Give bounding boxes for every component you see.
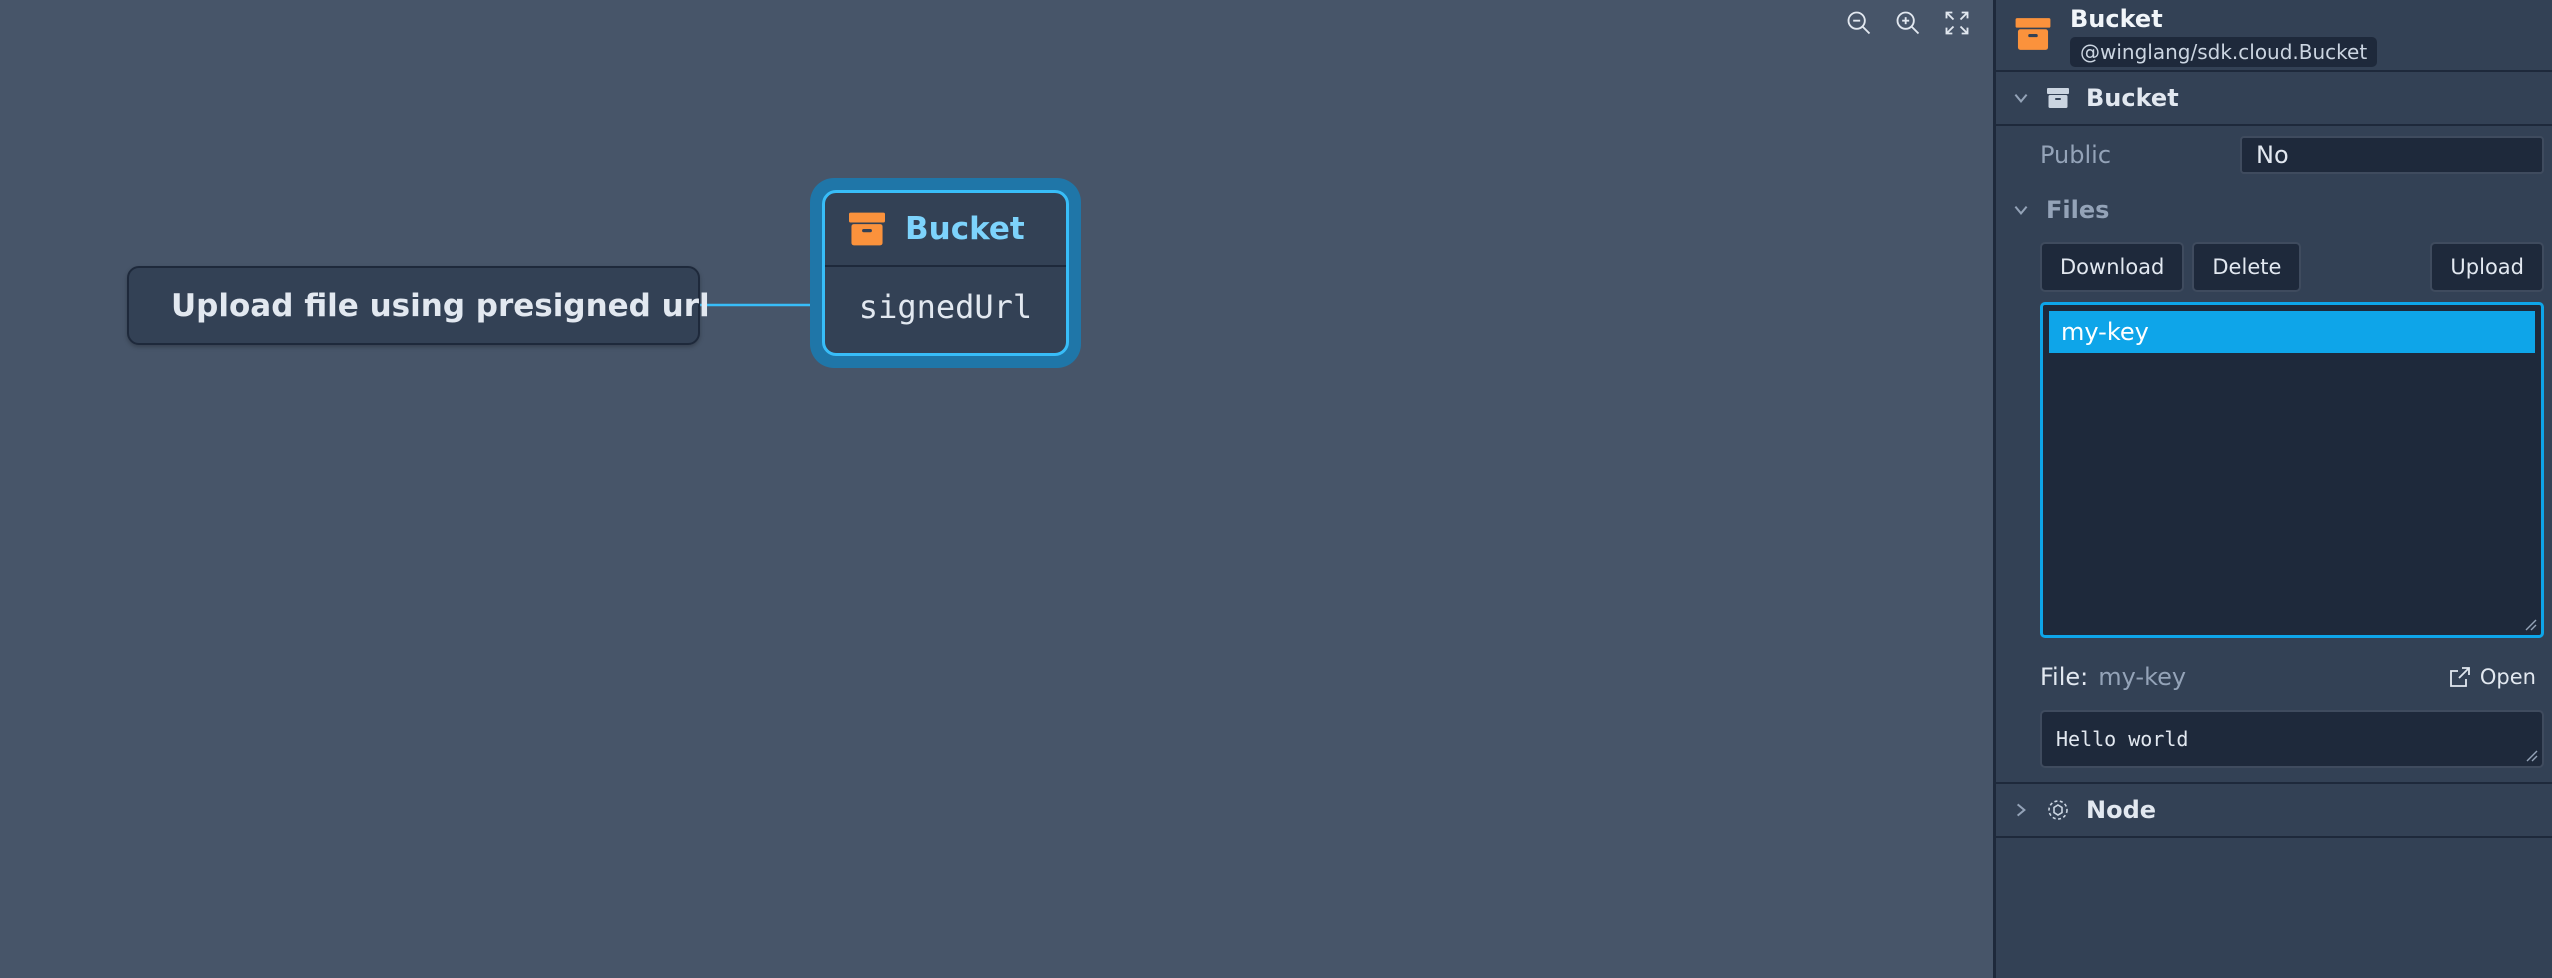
selected-file-name: my-key: [2098, 663, 2187, 691]
inspector-header: Bucket @winglang/sdk.cloud.Bucket: [1996, 0, 2552, 72]
file-label: File:: [2040, 663, 2089, 691]
inspector-panel: Bucket @winglang/sdk.cloud.Bucket Bucket…: [1993, 0, 2552, 978]
flow-canvas[interactable]: Upload file using presigned url Bucket s…: [0, 0, 1993, 978]
resize-grip-icon[interactable]: [2523, 617, 2537, 631]
node-section-header[interactable]: Node: [1996, 784, 2552, 838]
public-property-row: Public No: [1996, 126, 2552, 184]
trigger-node[interactable]: Upload file using presigned url: [127, 266, 710, 345]
bucket-node-body: Bucket signedUrl: [822, 190, 1069, 356]
resize-grip-icon[interactable]: [2524, 748, 2538, 762]
bucket-section-title: Bucket: [2086, 84, 2179, 112]
files-section-header[interactable]: Files: [1996, 184, 2552, 236]
archive-box-icon: [2047, 88, 2069, 108]
open-label: Open: [2479, 665, 2536, 689]
trigger-node-label: Upload file using presigned url: [171, 287, 710, 324]
selected-file-row: File: my-key Open: [1996, 644, 2552, 710]
archive-box-icon: [2015, 18, 2051, 50]
open-file-button[interactable]: Open: [2448, 665, 2536, 689]
node-section-title: Node: [2086, 796, 2157, 824]
download-button[interactable]: Download: [2040, 242, 2185, 292]
zoom-out-icon: [1847, 11, 1871, 35]
chevron-right-icon: [2016, 803, 2026, 817]
zoom-in-button[interactable]: [1889, 4, 1927, 42]
bucket-node[interactable]: Bucket signedUrl: [810, 178, 1081, 368]
archive-box-icon: [849, 212, 885, 246]
bucket-node-title: Bucket: [905, 211, 1025, 247]
connection-edge: [700, 299, 846, 311]
inspector-title: Bucket: [2070, 5, 2163, 33]
zoom-out-button[interactable]: [1840, 4, 1878, 42]
file-list[interactable]: my-key: [2040, 302, 2544, 638]
chevron-down-icon: [2014, 93, 2028, 103]
zoom-in-icon: [1896, 11, 1920, 35]
public-value: No: [2240, 136, 2544, 174]
fit-view-icon: [1945, 11, 1969, 35]
fit-view-button[interactable]: [1938, 4, 1976, 42]
public-label: Public: [2040, 141, 2112, 169]
files-section-title: Files: [2046, 196, 2110, 224]
file-list-item[interactable]: my-key: [2049, 311, 2535, 353]
bucket-node-port[interactable]: signedUrl: [825, 267, 1066, 347]
external-link-icon: [2450, 667, 2470, 687]
node-icon: [2048, 800, 2068, 820]
file-content-viewer[interactable]: Hello world: [2040, 710, 2544, 768]
bucket-node-header: Bucket: [825, 193, 1066, 267]
files-toolbar: Download Delete Upload: [1996, 242, 2552, 292]
file-content-text: Hello world: [2056, 727, 2189, 751]
resource-type-badge: @winglang/sdk.cloud.Bucket: [2070, 37, 2378, 67]
bucket-section-header[interactable]: Bucket: [1996, 72, 2552, 126]
delete-button[interactable]: Delete: [2192, 242, 2302, 292]
chevron-down-icon: [2014, 205, 2028, 215]
upload-button[interactable]: Upload: [2430, 242, 2544, 292]
